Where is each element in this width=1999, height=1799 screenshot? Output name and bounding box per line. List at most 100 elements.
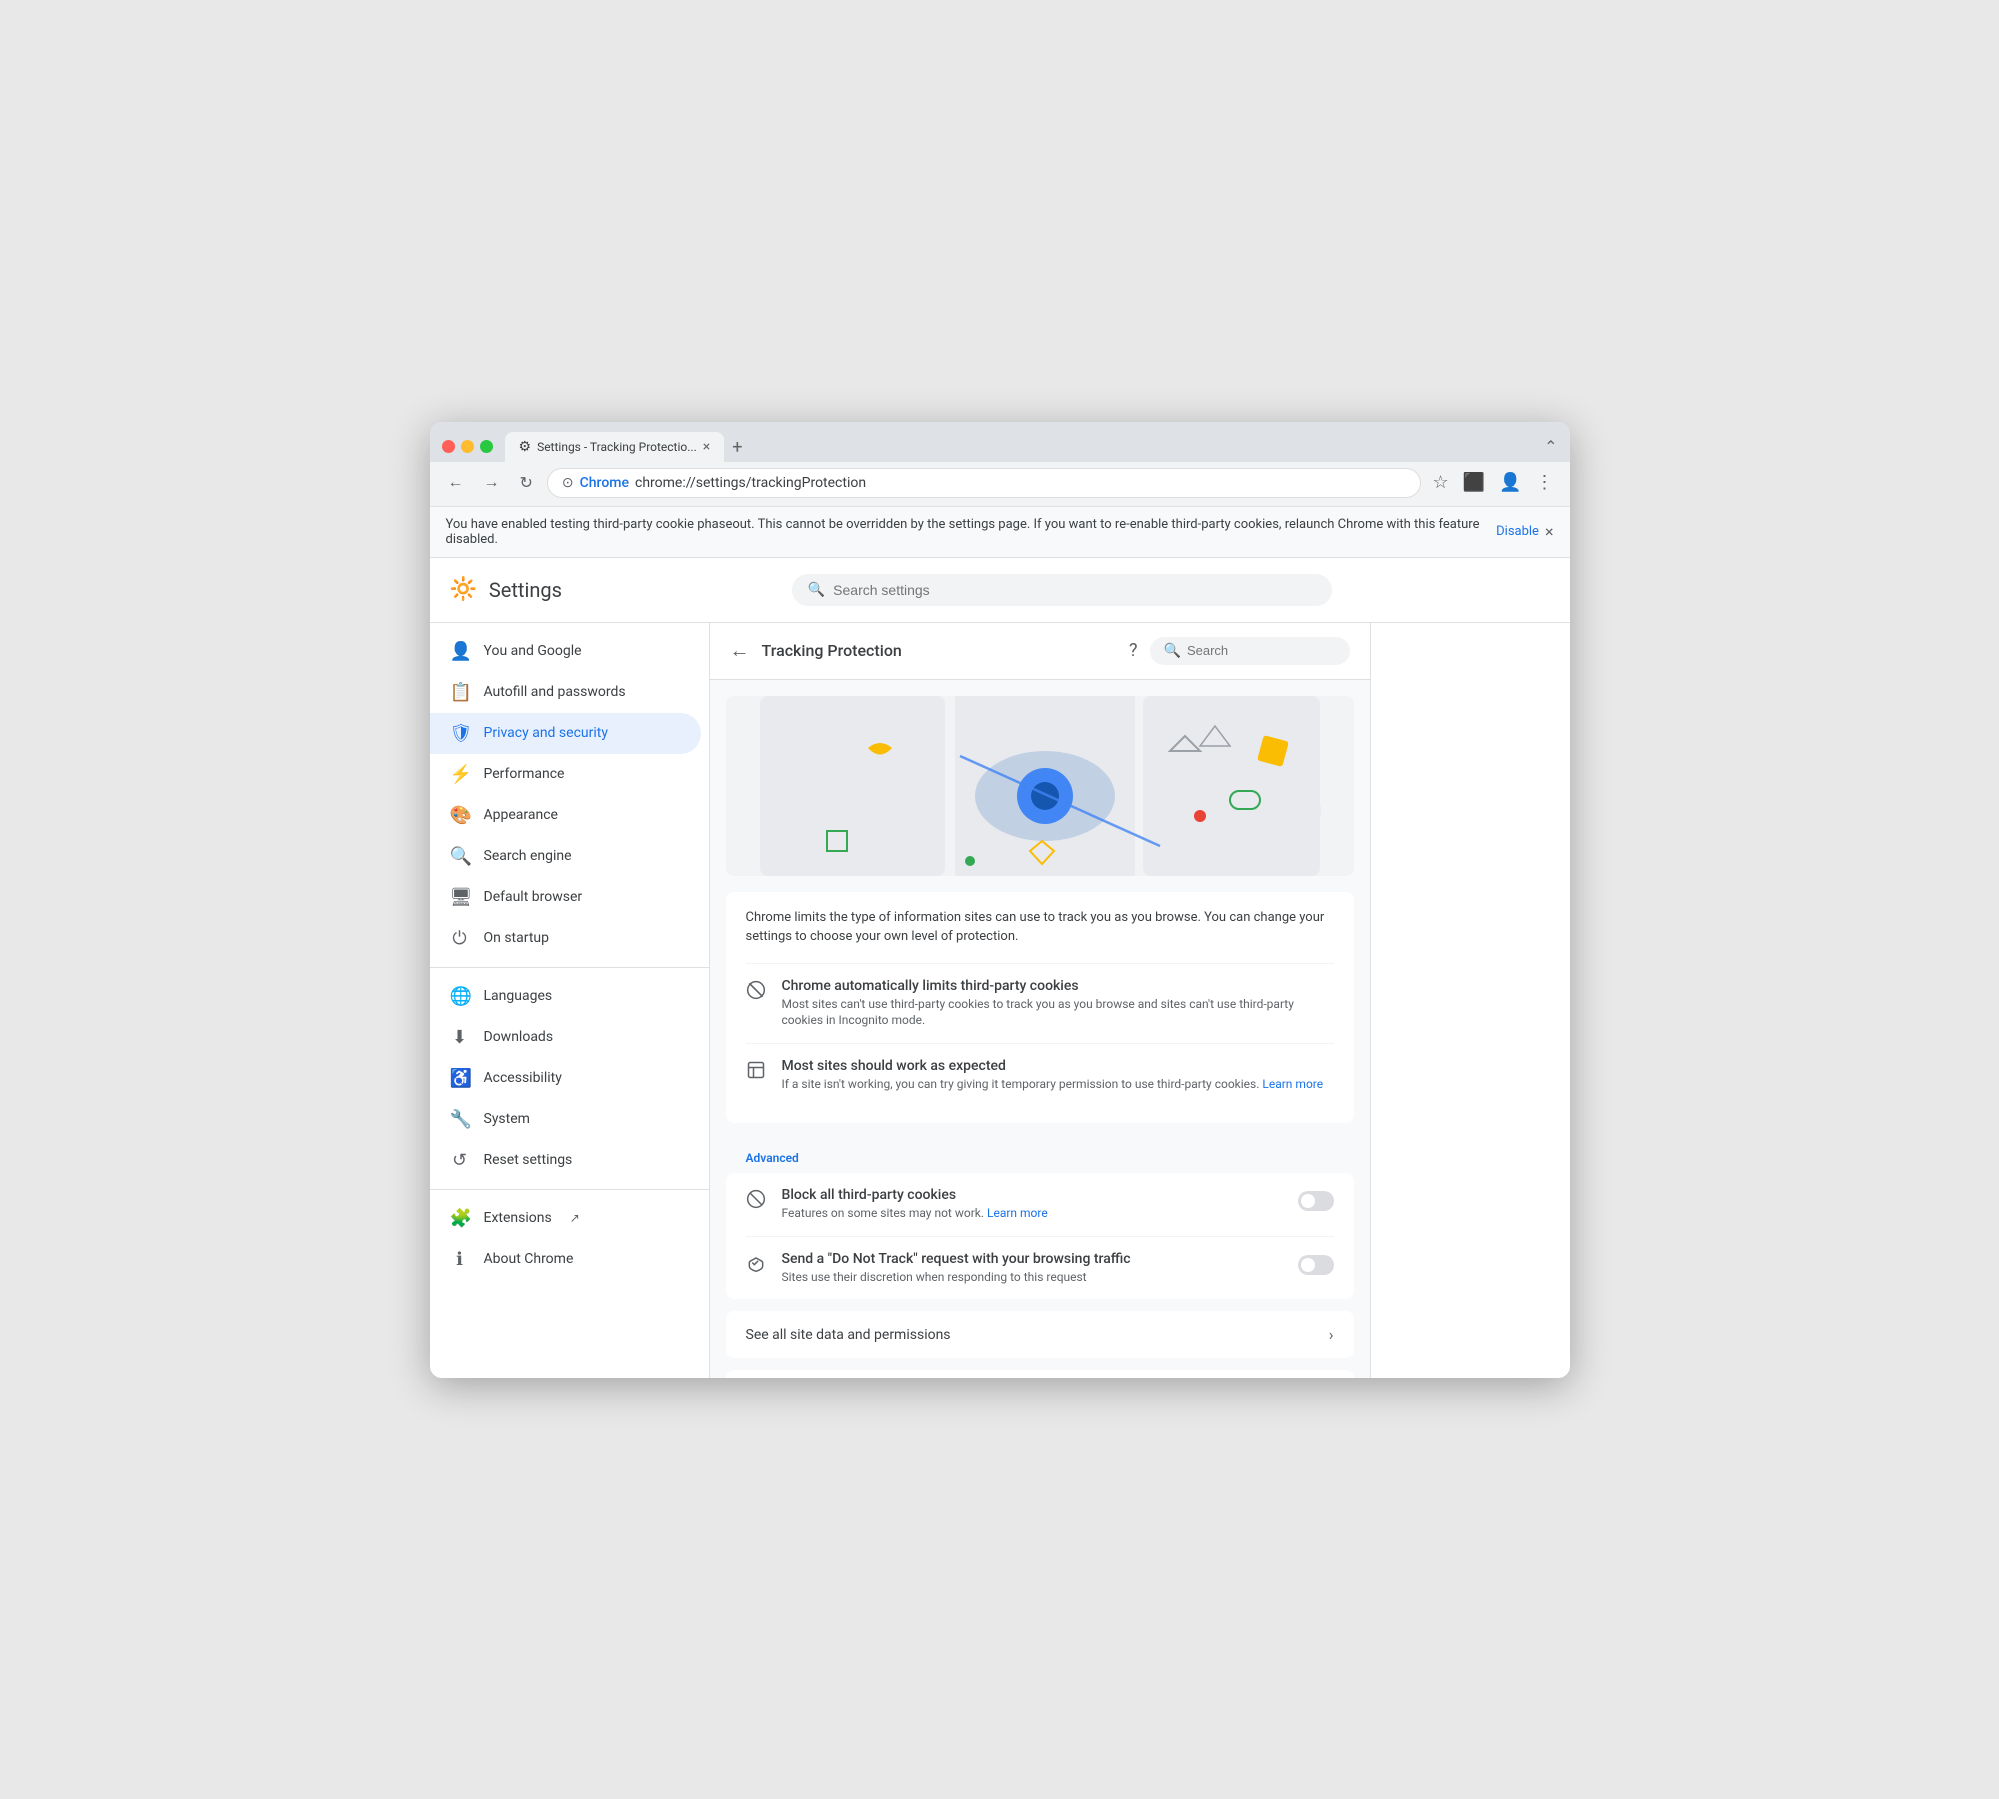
external-link-icon: ↗	[570, 1211, 580, 1225]
sidebar-label-autofill: Autofill and passwords	[484, 684, 626, 700]
cookie-auto-content: Chrome automatically limits third-party …	[782, 978, 1334, 1030]
person-icon: 👤	[450, 641, 470, 662]
nav-actions: ☆ ⬛ 👤 ⋮	[1429, 468, 1558, 497]
notification-close-button[interactable]: ×	[1545, 522, 1554, 541]
sidebar-item-reset[interactable]: ↺ Reset settings	[430, 1140, 701, 1181]
languages-icon: 🌐	[450, 986, 470, 1007]
sidebar-item-autofill[interactable]: 📋 Autofill and passwords	[430, 672, 701, 713]
panel-title: Tracking Protection	[762, 641, 1129, 660]
sidebar-item-accessibility[interactable]: ♿ Accessibility	[430, 1058, 701, 1099]
url-brand: Chrome	[580, 475, 629, 491]
sidebar-label-languages: Languages	[484, 988, 553, 1004]
settings-search-input[interactable]	[833, 582, 1316, 598]
site-data-link-row[interactable]: See all site data and permissions ›	[726, 1311, 1354, 1358]
settings-logo-icon: 🔆	[450, 577, 477, 602]
panel-content: Chrome limits the type of information si…	[710, 680, 1370, 1378]
info-text: Chrome limits the type of information si…	[746, 908, 1334, 947]
sidebar-item-languages[interactable]: 🌐 Languages	[430, 976, 701, 1017]
tab-bar: ⚙ Settings - Tracking Protectio... × +	[505, 432, 1537, 462]
close-window-button[interactable]	[442, 440, 455, 453]
settings-tab-icon: ⚙	[519, 439, 532, 455]
cookie-limit-icon	[746, 980, 768, 1005]
settings-page-title: Settings	[489, 578, 562, 602]
sidebar-label-extensions: Extensions	[484, 1210, 552, 1226]
sidebar-label-about: About Chrome	[484, 1251, 574, 1267]
cookie-auto-setting-row: Chrome automatically limits third-party …	[746, 963, 1334, 1044]
bookmark-button[interactable]: ☆	[1429, 468, 1453, 497]
sidebar-label-system: System	[484, 1111, 530, 1127]
advanced-section-label: Advanced	[726, 1135, 1354, 1173]
block-cookies-row: Block all third-party cookies Features o…	[746, 1173, 1334, 1237]
settings-body: 👤 You and Google 📋 Autofill and password…	[430, 623, 1570, 1378]
sidebar-item-about[interactable]: ℹ About Chrome	[430, 1239, 701, 1280]
sidebar-label-reset: Reset settings	[484, 1152, 573, 1168]
tab-close-button[interactable]: ×	[703, 439, 710, 455]
sidebar-item-privacy[interactable]: 🛡 Privacy and security	[430, 713, 701, 754]
url-bar[interactable]: ⊙ Chrome chrome://settings/trackingProte…	[547, 468, 1421, 498]
panel-search-bar[interactable]: 🔍	[1150, 637, 1350, 665]
dnt-toggle[interactable]	[1298, 1255, 1334, 1275]
sidebar-label-downloads: Downloads	[484, 1029, 554, 1045]
settings-search-bar[interactable]: 🔍	[792, 574, 1332, 606]
url-chrome-icon: ⊙	[562, 475, 574, 491]
learn-more-link-1[interactable]: Learn more	[1262, 1077, 1323, 1091]
sidebar-label-privacy: Privacy and security	[484, 725, 608, 741]
profile-button[interactable]: 👤	[1495, 468, 1525, 497]
nav-bar: ← → ↻ ⊙ Chrome chrome://settings/trackin…	[430, 462, 1570, 506]
sidebar-item-search-engine[interactable]: 🔍 Search engine	[430, 836, 701, 877]
sidebar-label-default-browser: Default browser	[484, 889, 583, 905]
reload-button[interactable]: ↻	[514, 469, 539, 497]
browser-icon: 🖥	[450, 887, 470, 908]
block-cookies-title: Block all third-party cookies	[782, 1187, 1284, 1203]
new-tab-button[interactable]: +	[724, 433, 750, 462]
sidebar-label-accessibility: Accessibility	[484, 1070, 562, 1086]
autofill-icon: 📋	[450, 682, 470, 703]
sidebar-item-system[interactable]: 🔧 System	[430, 1099, 701, 1140]
forward-button[interactable]: →	[478, 470, 506, 496]
title-bar: ⚙ Settings - Tracking Protectio... × + ⌃	[430, 422, 1570, 462]
menu-button[interactable]: ⋮	[1532, 468, 1558, 497]
accessibility-icon: ♿	[450, 1068, 470, 1089]
dnt-content: Send a "Do Not Track" request with your …	[782, 1251, 1284, 1286]
sites-allowed-section: Sites allowed to use third-party cookies…	[726, 1370, 1354, 1377]
block-cookies-slider	[1298, 1191, 1334, 1211]
performance-icon: ⚡	[450, 764, 470, 785]
notification-bar: You have enabled testing third-party coo…	[430, 506, 1570, 558]
active-tab[interactable]: ⚙ Settings - Tracking Protectio... ×	[505, 432, 725, 462]
back-button[interactable]: ←	[442, 470, 470, 496]
window-control-button[interactable]: ⌃	[1544, 437, 1557, 456]
about-icon: ℹ	[450, 1249, 470, 1270]
sidebar-item-downloads[interactable]: ⬇ Downloads	[430, 1017, 701, 1058]
minimize-window-button[interactable]	[461, 440, 474, 453]
extensions-button[interactable]: ⬛	[1459, 468, 1489, 497]
extensions-sidebar-icon: 🧩	[450, 1208, 470, 1229]
sidebar-item-extensions[interactable]: 🧩 Extensions ↗	[430, 1198, 701, 1239]
dnt-row: Send a "Do Not Track" request with your …	[746, 1237, 1334, 1300]
panel-back-button[interactable]: ←	[730, 638, 750, 663]
sidebar-item-performance[interactable]: ⚡ Performance	[430, 754, 701, 795]
sidebar-item-on-startup[interactable]: ⏻ On startup	[430, 918, 701, 959]
notification-disable-link[interactable]: Disable	[1496, 524, 1539, 539]
chevron-right-icon: ›	[1329, 1325, 1334, 1344]
block-cookies-toggle[interactable]	[1298, 1191, 1334, 1211]
block-learn-more-link[interactable]: Learn more	[987, 1206, 1048, 1220]
dnt-slider	[1298, 1255, 1334, 1275]
settings-search-icon: 🔍	[808, 582, 825, 598]
sidebar-divider-1	[430, 967, 709, 968]
sidebar-item-appearance[interactable]: 🎨 Appearance	[430, 795, 701, 836]
info-section: Chrome limits the type of information si…	[726, 892, 1354, 1123]
browser-window: ⚙ Settings - Tracking Protectio... × + ⌃…	[430, 422, 1570, 1378]
maximize-window-button[interactable]	[480, 440, 493, 453]
reset-icon: ↺	[450, 1150, 470, 1171]
panel-help-button[interactable]: ?	[1129, 640, 1138, 661]
sidebar-label-appearance: Appearance	[484, 807, 558, 823]
sites-work-setting-row: Most sites should work as expected If a …	[746, 1043, 1334, 1107]
sidebar-item-you-and-google[interactable]: 👤 You and Google	[430, 631, 701, 672]
tracking-protection-illustration	[726, 696, 1354, 876]
sidebar-label-you-and-google: You and Google	[484, 643, 582, 659]
panel-search-input[interactable]	[1187, 643, 1336, 658]
block-cookies-icon	[746, 1189, 768, 1214]
shield-icon: 🛡	[450, 723, 470, 744]
sidebar-item-default-browser[interactable]: 🖥 Default browser	[430, 877, 701, 918]
sites-work-desc: If a site isn't working, you can try giv…	[782, 1076, 1334, 1093]
